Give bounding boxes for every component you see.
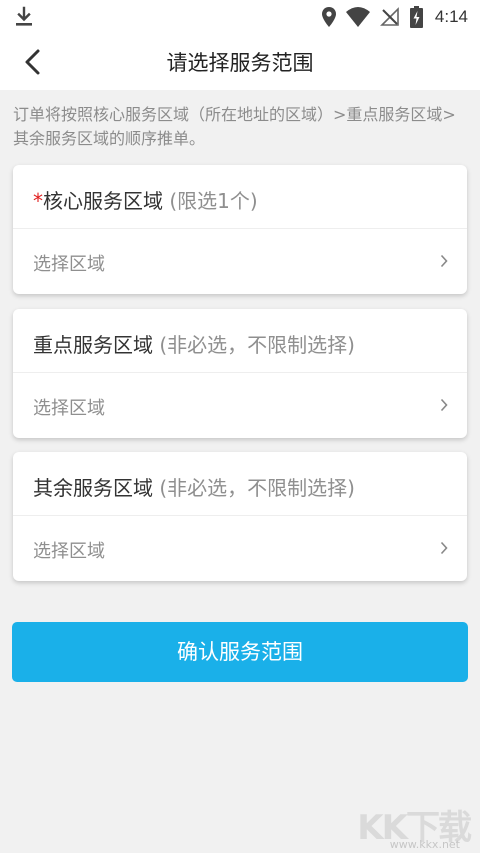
watermark: KK下载 www.kkx.net — [350, 800, 472, 851]
select-area-label: 选择区域 — [33, 254, 105, 275]
no-signal-icon — [379, 7, 399, 26]
core-area-title: *核心服务区域 (限选1个) — [33, 185, 258, 214]
chevron-right-icon — [440, 398, 448, 412]
confirm-service-area-button[interactable]: 确认服务范围 — [12, 622, 468, 682]
key-area-label: 重点服务区域 — [33, 333, 153, 357]
other-area-select-row[interactable]: 选择区域 — [13, 516, 467, 581]
header: 请选择服务范围 — [0, 34, 480, 90]
core-area-select-row[interactable]: 选择区域 — [13, 229, 467, 294]
select-area-label: 选择区域 — [33, 398, 105, 419]
core-area-hint: (限选1个) — [169, 189, 258, 213]
chevron-right-icon — [440, 541, 448, 555]
select-area-label: 选择区域 — [33, 541, 105, 562]
required-mark: * — [33, 189, 43, 213]
clock: 4:14 — [434, 7, 468, 26]
download-icon — [16, 6, 32, 26]
key-area-hint: (非必选，不限制选择) — [159, 333, 355, 357]
key-area-select-row[interactable]: 选择区域 — [13, 373, 467, 438]
status-icons: 4:14 — [321, 4, 468, 30]
page-title: 请选择服务范围 — [166, 51, 314, 75]
other-area-hint: (非必选，不限制选择) — [159, 476, 355, 500]
chevron-right-icon — [440, 254, 448, 268]
core-area-card: *核心服务区域 (限选1个) 选择区域 — [13, 165, 467, 294]
other-area-title: 其余服务区域 (非必选，不限制选择) — [33, 472, 355, 501]
key-area-card: 重点服务区域 (非必选，不限制选择) 选择区域 — [13, 309, 467, 438]
key-area-title: 重点服务区域 (非必选，不限制选择) — [33, 329, 355, 358]
core-area-label: 核心服务区域 — [43, 189, 163, 213]
other-area-label: 其余服务区域 — [33, 476, 153, 500]
order-info-text: 订单将按照核心服务区域（所在地址的区域）>重点服务区域>其余服务区域的顺序推单。 — [13, 105, 456, 148]
watermark-url: www.kkx.net — [389, 838, 460, 851]
battery-charging-icon — [409, 6, 423, 28]
location-icon — [321, 7, 336, 27]
status-bar: 4:14 — [0, 0, 480, 34]
wifi-icon — [345, 7, 370, 27]
other-area-card: 其余服务区域 (非必选，不限制选择) 选择区域 — [13, 452, 467, 581]
